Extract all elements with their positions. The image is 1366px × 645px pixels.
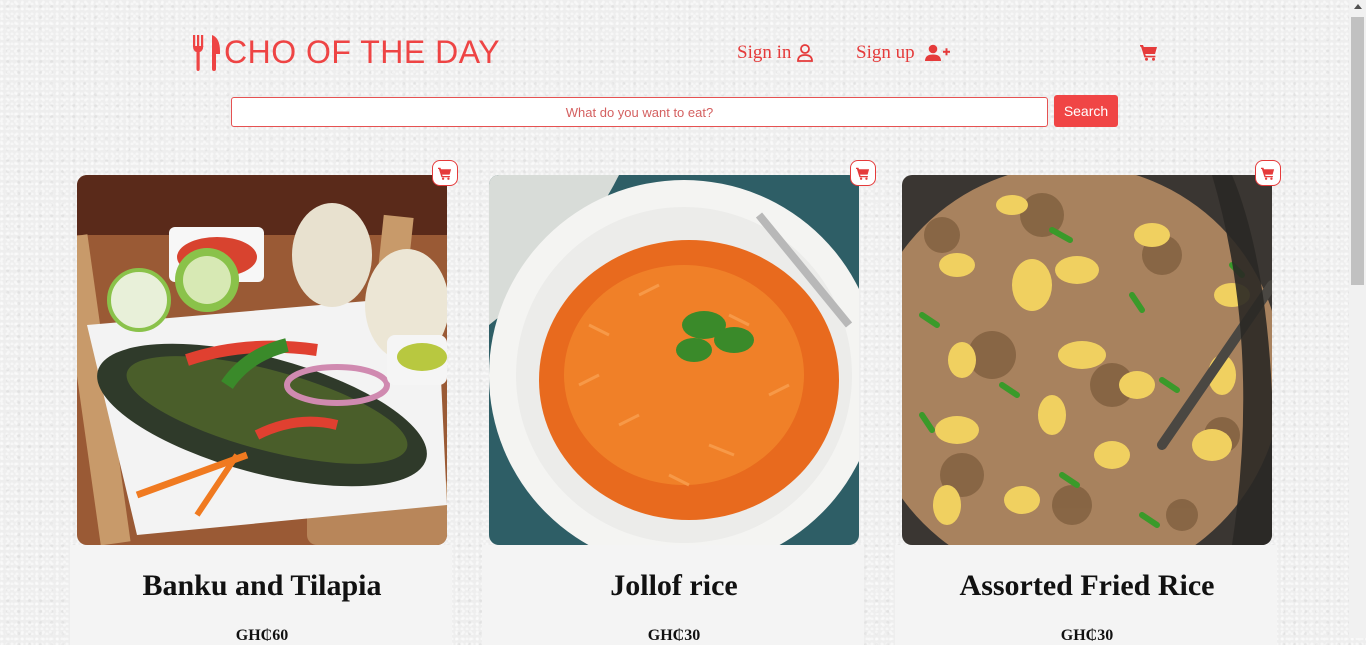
sign-in-label: Sign in [737, 42, 792, 63]
product-card: Assorted Fried Rice GH₵30 [895, 160, 1281, 645]
product-card: Jollof rice GH₵30 [482, 160, 876, 645]
product-price: GH₵30 [647, 627, 701, 644]
brand-logo[interactable]: CHO OF THE DAY [190, 32, 500, 72]
sign-in-link[interactable]: Sign in [737, 40, 814, 66]
product-title: Assorted Fried Rice [959, 569, 1215, 602]
scroll-thumb[interactable] [1351, 17, 1364, 285]
search-button[interactable]: Search [1054, 95, 1118, 127]
scroll-up-arrow-icon[interactable] [1354, 4, 1362, 9]
product-image[interactable] [902, 175, 1272, 545]
cart-icon [1261, 167, 1275, 180]
user-plus-icon [924, 44, 950, 61]
brand-name: CHO OF THE DAY [224, 34, 501, 70]
user-icon [797, 44, 814, 62]
sign-up-label: Sign up [856, 42, 915, 63]
add-to-cart-button[interactable] [850, 160, 876, 186]
product-card: Banku and Tilapia GH₵60 [70, 160, 458, 645]
add-to-cart-button[interactable] [1255, 160, 1281, 186]
product-title: Banku and Tilapia [142, 569, 382, 602]
cart-icon[interactable] [1140, 44, 1158, 61]
cart-icon [438, 167, 452, 180]
product-price: GH₵60 [235, 627, 289, 644]
fork-knife-icon [193, 35, 220, 71]
scrollbar[interactable] [1349, 0, 1366, 638]
product-price: GH₵30 [1060, 627, 1114, 644]
search-input[interactable] [231, 97, 1048, 127]
sign-up-link[interactable]: Sign up [856, 40, 951, 66]
product-title: Jollof rice [610, 569, 738, 602]
cart-icon [856, 167, 870, 180]
product-image[interactable] [489, 175, 859, 545]
add-to-cart-button[interactable] [432, 160, 458, 186]
product-image[interactable] [77, 175, 447, 545]
